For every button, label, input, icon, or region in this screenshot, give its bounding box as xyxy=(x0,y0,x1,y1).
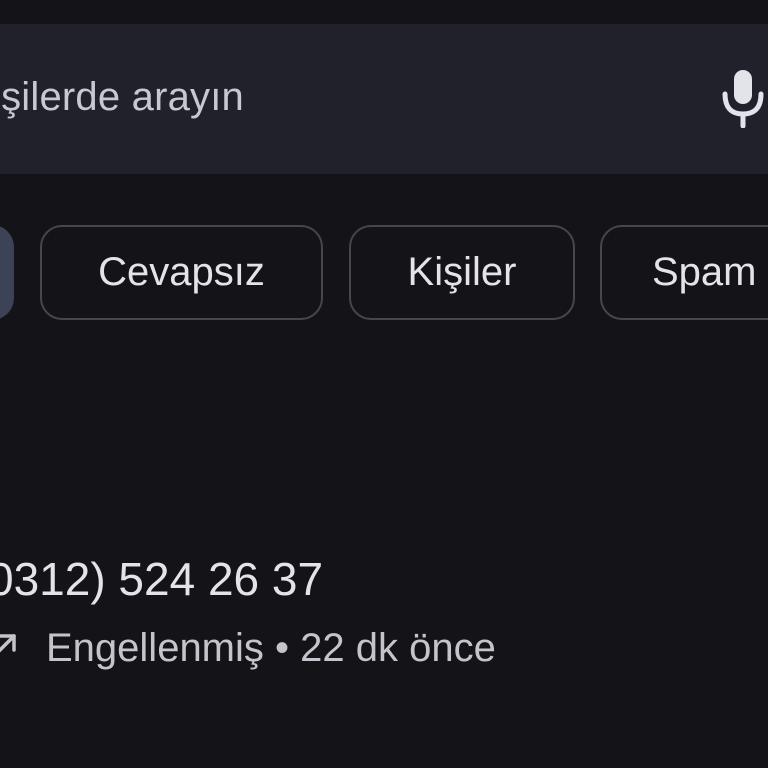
call-time: 22 dk önce xyxy=(300,626,496,670)
call-phone-number: 0312) 524 26 37 xyxy=(0,553,324,605)
filter-chip-unanswered[interactable]: Cevapsız xyxy=(40,225,323,320)
microphone-icon[interactable] xyxy=(718,68,768,128)
call-status: Engellenmiş xyxy=(46,626,264,670)
meta-separator: • xyxy=(275,626,290,670)
call-meta: Engellenmiş • 22 dk önce xyxy=(46,626,496,671)
outgoing-call-arrow-icon xyxy=(0,634,16,653)
filter-chip-label: Spam xyxy=(652,250,757,294)
filter-chip-label: Cevapsız xyxy=(98,250,265,294)
filter-chip-selected[interactable] xyxy=(0,225,14,320)
search-input[interactable]: işilerde arayın xyxy=(0,75,244,120)
call-history-screen: işilerde arayın Cevapsız Kişiler Spam 03… xyxy=(0,0,768,768)
filter-chip-spam[interactable]: Spam xyxy=(600,225,768,320)
filter-chip-label: Kişiler xyxy=(407,250,517,294)
filter-chip-contacts[interactable]: Kişiler xyxy=(349,225,575,320)
